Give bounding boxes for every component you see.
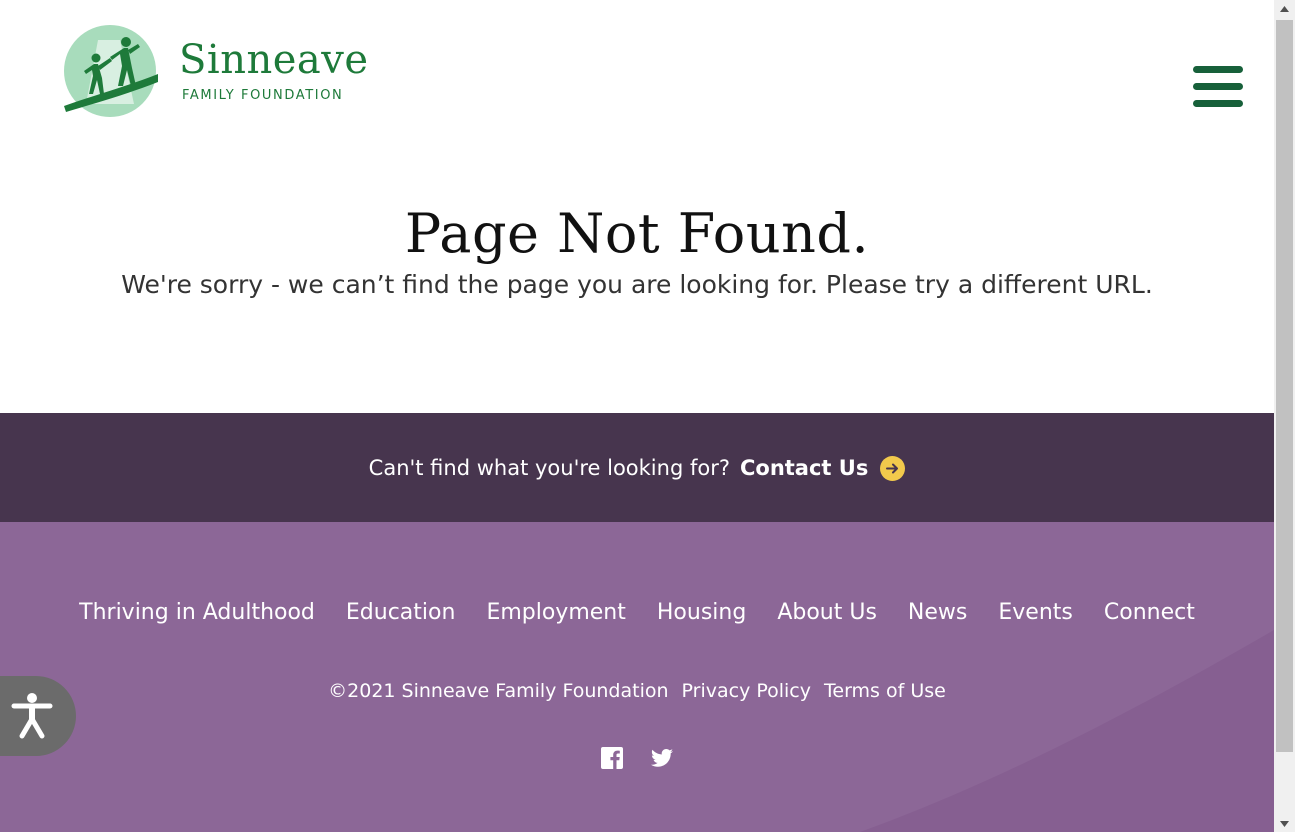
scroll-up-arrow-icon[interactable] [1274, 0, 1295, 17]
page-title: Page Not Found. [404, 202, 870, 265]
arrow-right-circle-icon [880, 455, 906, 481]
error-message: We're sorry - we can’t find the page you… [121, 270, 1153, 299]
footer-link-connect[interactable]: Connect [1104, 600, 1195, 625]
footer-link-employment[interactable]: Employment [486, 600, 625, 625]
footer-nav: Thriving in Adulthood Education Employme… [0, 600, 1274, 625]
copyright-text: ©2021 Sinneave Family Foundation [328, 680, 669, 702]
contact-question: Can't find what you're looking for? [368, 456, 730, 480]
logo[interactable]: Sinneave FAMILY FOUNDATION [62, 24, 382, 120]
scroll-down-arrow-icon[interactable] [1274, 815, 1295, 832]
menu-bar [1193, 66, 1243, 73]
privacy-policy-link[interactable]: Privacy Policy [682, 680, 811, 702]
contact-us-label: Contact Us [739, 456, 869, 480]
twitter-icon[interactable] [650, 746, 674, 770]
footer-link-housing[interactable]: Housing [657, 600, 746, 625]
scrollbar-thumb[interactable] [1276, 20, 1293, 752]
hamburger-menu-icon[interactable] [1193, 64, 1243, 110]
main-content: Page Not Found. We're sorry - we can’t f… [0, 140, 1274, 413]
facebook-icon[interactable] [600, 746, 624, 770]
social-links [0, 746, 1274, 770]
page-scrollbar[interactable] [1274, 0, 1295, 832]
footer-decoration [860, 630, 1274, 832]
footer-legal: ©2021 Sinneave Family Foundation Privacy… [0, 680, 1274, 702]
terms-of-use-link[interactable]: Terms of Use [824, 680, 946, 702]
accessibility-icon [11, 693, 53, 739]
logo-name: Sinneave [179, 37, 369, 83]
contact-us-link[interactable]: Contact Us [739, 455, 906, 481]
logo-mark-icon [64, 25, 158, 117]
menu-bar [1193, 100, 1243, 107]
footer-link-about-us[interactable]: About Us [777, 600, 877, 625]
footer-link-thriving-in-adulthood[interactable]: Thriving in Adulthood [79, 600, 315, 625]
page: Sinneave FAMILY FOUNDATION Page Not Foun… [0, 0, 1274, 832]
footer-link-education[interactable]: Education [346, 600, 456, 625]
footer-link-news[interactable]: News [908, 600, 967, 625]
site-footer: Thriving in Adulthood Education Employme… [0, 522, 1274, 832]
site-header: Sinneave FAMILY FOUNDATION [0, 0, 1274, 140]
footer-link-events[interactable]: Events [998, 600, 1073, 625]
contact-row: Can't find what you're looking for? Cont… [0, 451, 1274, 485]
logo-subtitle: FAMILY FOUNDATION [182, 88, 344, 103]
menu-bar [1193, 83, 1243, 90]
contact-band: Can't find what you're looking for? Cont… [0, 413, 1274, 522]
